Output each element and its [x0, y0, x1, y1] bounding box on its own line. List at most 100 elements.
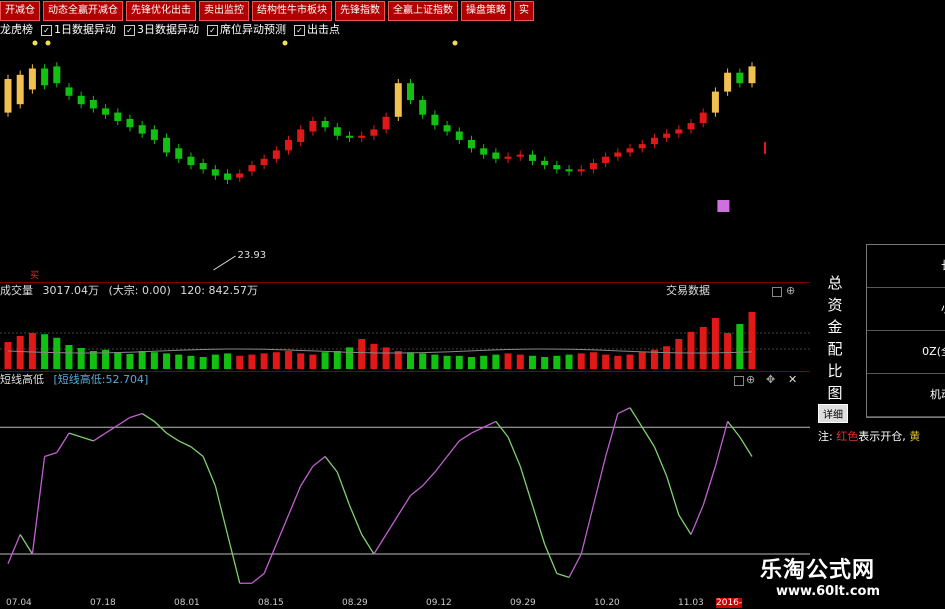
candle: [724, 72, 732, 92]
osc-line-segment: [348, 504, 363, 535]
candle: [589, 163, 597, 170]
panel-maximize-icon[interactable]: [772, 287, 782, 297]
signal-checkbox[interactable]: ✓ 席位异动预测: [207, 22, 286, 38]
candle: [285, 139, 293, 151]
toolbar: 开减仓 动态全赢开减仓 先锋优化出击 卖出监控 结构性牛市板块 先锋指数 全赢上证指数 操盘策…: [0, 0, 945, 21]
detail-button[interactable]: 详细: [818, 404, 848, 423]
volume-bar: [333, 351, 341, 369]
signal-checkbox[interactable]: ✓ 1日数据异动: [41, 22, 116, 38]
candle: [102, 108, 110, 115]
volume-bar: [16, 336, 24, 369]
volume-bar: [516, 354, 524, 369]
osc-line-segment: [653, 446, 668, 477]
osc-line-segment: [202, 456, 216, 487]
candle: [248, 165, 256, 172]
volume-bar: [126, 354, 134, 369]
osc-line-segment: [434, 456, 448, 473]
volume-bar: [419, 353, 427, 369]
watermark-title: 乐淘公式网: [760, 558, 876, 583]
candle: [553, 165, 561, 170]
checkbox-icon[interactable]: ✓: [124, 24, 135, 36]
osc-line-segment: [446, 440, 460, 457]
toolbar-button[interactable]: 动态全赢开减仓: [43, 1, 123, 21]
volume-bar: [565, 354, 573, 369]
close-icon[interactable]: ✕: [788, 372, 797, 388]
signal-checkbox[interactable]: 龙虎榜: [0, 22, 33, 38]
toolbar-button[interactable]: 全赢上证指数: [388, 1, 458, 21]
checkbox-icon[interactable]: ✓: [207, 24, 218, 36]
event-dot-icon: [45, 40, 51, 46]
note-text: 表示开仓,: [858, 430, 906, 443]
signal-checkbox[interactable]: ✓ 3日数据异动: [124, 22, 199, 38]
volume-bar: [724, 333, 732, 369]
candle: [16, 74, 24, 105]
toolbar-button[interactable]: 开减仓: [0, 1, 40, 21]
candle: [41, 68, 49, 86]
volume-bar: [602, 354, 610, 369]
candle: [211, 169, 219, 176]
osc-line-segment: [361, 534, 375, 555]
move-icon[interactable]: ✥: [766, 372, 775, 388]
allocation-title: 总资金配比图: [827, 274, 843, 402]
osc-line-segment: [312, 455, 326, 467]
signal-checkbox[interactable]: ✓ 出击点: [294, 22, 340, 38]
volume-bar: [638, 352, 646, 369]
panel-maximize-icon[interactable]: [734, 376, 744, 386]
volume-bar: [370, 343, 378, 369]
candle: [28, 68, 36, 90]
volume-bar: [260, 353, 268, 369]
volume-bar: [346, 347, 354, 369]
osc-line-segment: [702, 466, 717, 506]
osc-line-segment: [592, 456, 607, 506]
volume-bar: [53, 337, 61, 369]
note-prefix: 注:: [818, 430, 833, 443]
osc-line-segment: [617, 407, 631, 415]
volume-bar: [163, 353, 171, 369]
checkbox-label: 席位异动预测: [220, 23, 286, 36]
zoom-icon[interactable]: ⊕: [786, 283, 795, 299]
oscillator-value: [短线高低:52.704]: [53, 373, 149, 386]
event-dot-icon: [32, 40, 38, 46]
osc-line-segment: [166, 432, 180, 442]
osc-line-segment: [336, 471, 351, 506]
allocation-row: 机动: [867, 374, 945, 417]
osc-line-segment: [678, 514, 692, 535]
allocation-table: 长小0Z(全机动: [866, 244, 945, 418]
volume-bar: [187, 355, 195, 369]
osc-line-segment: [471, 426, 484, 434]
candle: [638, 144, 646, 149]
candle: [370, 129, 378, 136]
allocation-row: 0Z(全: [867, 331, 945, 374]
volume-bar: [626, 354, 634, 369]
osc-line-segment: [251, 572, 265, 584]
osc-line-segment: [56, 432, 70, 453]
osc-line-segment: [410, 485, 424, 497]
candle: [358, 135, 366, 138]
osc-line-segment: [287, 485, 302, 516]
candle: [528, 154, 536, 161]
candle: [346, 135, 354, 138]
osc-line-segment: [519, 466, 534, 506]
allocation-row: 小: [867, 288, 945, 331]
volume-bar: [748, 312, 756, 369]
toolbar-button[interactable]: 卖出监控: [199, 1, 249, 21]
osc-line-segment: [31, 456, 46, 555]
allocation-row: 长: [867, 245, 945, 288]
checkbox-icon[interactable]: ✓: [41, 24, 52, 36]
candle: [65, 87, 73, 96]
toolbar-button[interactable]: 操盘策略: [461, 1, 511, 21]
candle: [711, 91, 719, 113]
volume-bar: [297, 353, 305, 369]
zoom-icon[interactable]: ⊕: [746, 372, 755, 388]
checkbox-icon[interactable]: ✓: [294, 24, 305, 36]
osc-line-segment: [141, 413, 155, 422]
toolbar-button[interactable]: 实: [514, 1, 534, 21]
volume-bar: [236, 355, 244, 369]
date-tick: 11.03: [678, 598, 704, 608]
volume-bar: [114, 352, 122, 369]
volume-label: 成交量: [0, 284, 33, 297]
volume-bar: [224, 353, 232, 369]
toolbar-button[interactable]: 先锋优化出击: [126, 1, 196, 21]
toolbar-button[interactable]: 先锋指数: [335, 1, 385, 21]
toolbar-button[interactable]: 结构性牛市板块: [252, 1, 332, 21]
